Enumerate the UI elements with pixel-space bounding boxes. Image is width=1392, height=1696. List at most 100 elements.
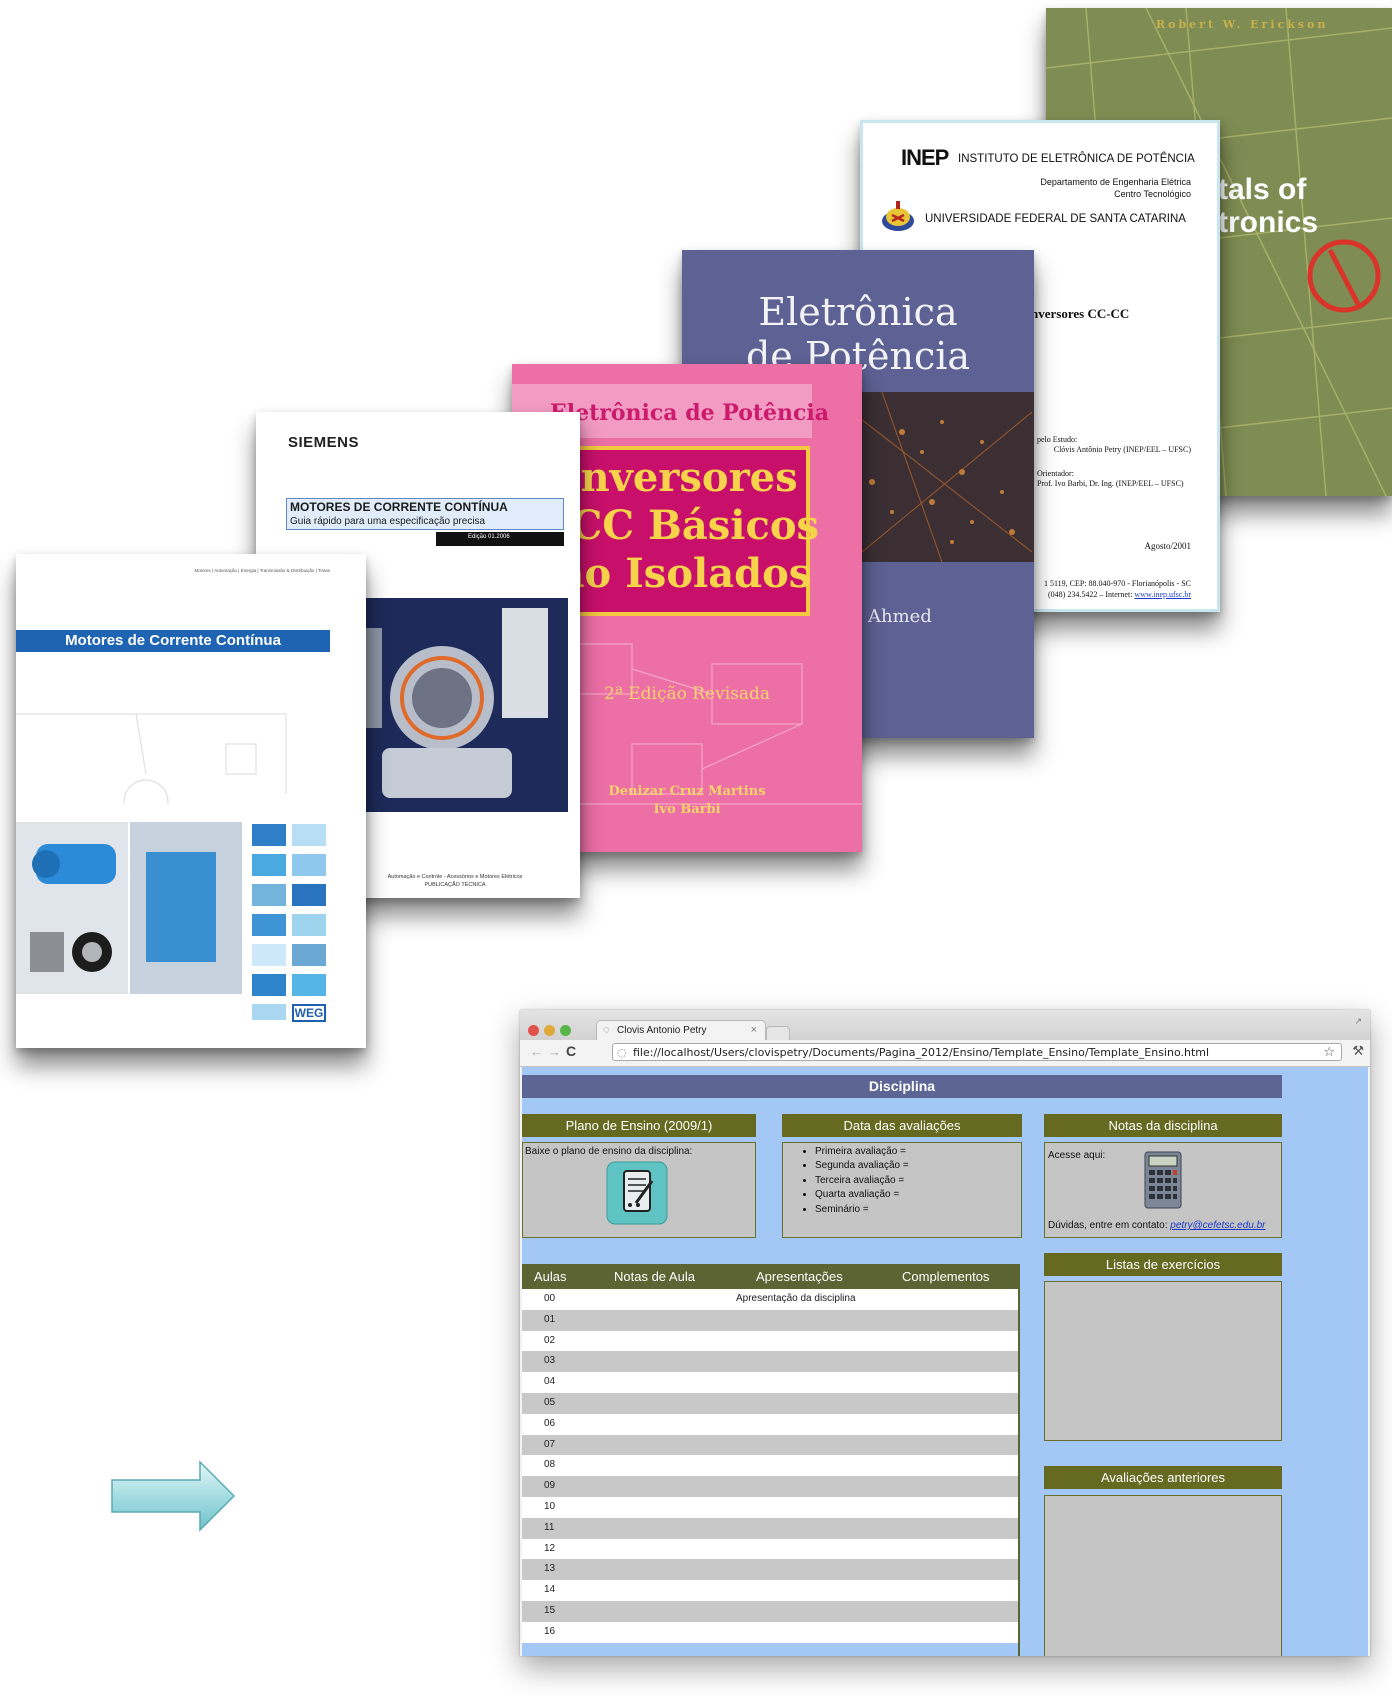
table-row: 02 — [522, 1330, 1018, 1352]
table-body: 00 Apresentação da disciplina 01 02 03 04 05 06… — [522, 1289, 1018, 1643]
aula-number: 08 — [544, 1459, 556, 1471]
avaliacoes-list: Primeira avaliação = Segunda avaliação =… — [783, 1143, 1021, 1217]
table-row: 07 — [522, 1434, 1018, 1456]
tab-title: Clovis Antonio Petry — [617, 1025, 707, 1036]
inep-contact: (048) 234.5422 – Internet: www.inep.ufsc… — [1048, 590, 1191, 599]
avaliacao-item: Quarta avaliação = — [815, 1188, 1021, 1202]
star-icon[interactable]: ☆ — [1323, 1044, 1335, 1062]
avaliacao-item: Seminário = — [815, 1203, 1021, 1217]
inep-phone: (048) 234.5422 – Internet: — [1047, 590, 1133, 599]
email-link[interactable]: petry@cefetsc.edu.br — [1170, 1220, 1265, 1231]
notas-contact-text: Dúvidas, entre em contato: — [1048, 1220, 1168, 1231]
inep-title: nversores CC-CC — [1031, 306, 1130, 321]
browser-tab-bar: ◌ Clovis Antonio Petry × ↗ — [520, 1010, 1370, 1041]
aula-number: 02 — [544, 1334, 556, 1346]
table-row: 11 — [522, 1517, 1018, 1539]
listas-header: Listas de exercícios — [1044, 1253, 1282, 1276]
inep-university: UNIVERSIDADE FEDERAL DE SANTA CATARINA — [925, 213, 1186, 225]
calculator-icon[interactable] — [1144, 1151, 1182, 1209]
table-row: 12 — [522, 1538, 1018, 1560]
close-window-button[interactable] — [528, 1025, 539, 1036]
address-bar-url: file://localhost/Users/clovispetry/Docum… — [633, 1046, 1210, 1059]
table-row: 00 Apresentação da disciplina — [522, 1289, 1018, 1310]
aula-number: 11 — [544, 1521, 555, 1533]
table-row: 14 — [522, 1580, 1018, 1601]
siemens-title: MOTORES DE CORRENTE CONTÍNUA — [290, 500, 508, 514]
cover-title-fragment-2: tronics — [1218, 206, 1319, 239]
table-row: 08 — [522, 1455, 1018, 1477]
plano-header: Plano de Ensino (2009/1) — [522, 1114, 756, 1137]
column-header: Apresentações — [756, 1269, 843, 1284]
browser-window: ◌ Clovis Antonio Petry × ↗ ← → C ◌ file:… — [520, 1010, 1370, 1656]
aula-description[interactable]: Apresentação da disciplina — [736, 1293, 856, 1304]
cover-title-line1: Eletrônica — [758, 290, 958, 334]
aula-number: 07 — [544, 1438, 556, 1450]
new-tab-button[interactable] — [766, 1026, 790, 1041]
inep-study-name: Clóvis Antônio Petry (INEP/EEL – UFSC) — [1053, 445, 1191, 454]
minimize-window-button[interactable] — [544, 1025, 555, 1036]
maximize-window-button[interactable] — [560, 1025, 571, 1036]
back-icon[interactable]: ← — [530, 1044, 543, 1059]
cover-top-title: Eletrônica de Potência — [550, 400, 830, 426]
aula-number: 13 — [544, 1563, 556, 1575]
avaliacoes-box: Primeira avaliação = Segunda avaliação =… — [782, 1142, 1022, 1238]
motor-photo-graphic — [342, 598, 568, 812]
weg-color-tiles — [252, 824, 328, 1025]
page-content: Disciplina Plano de Ensino (2009/1) Baix… — [522, 1067, 1368, 1656]
table-row: 06 — [522, 1413, 1018, 1435]
table-row: 04 — [522, 1372, 1018, 1393]
table-row: 01 — [522, 1309, 1018, 1331]
plano-box: Baixe o plano de ensino da disciplina: — [522, 1142, 756, 1238]
cover-author-fragment: Ahmed — [868, 606, 932, 627]
notas-header: Notas da disciplina — [1044, 1114, 1282, 1137]
inep-logo: INEP — [901, 145, 949, 170]
inep-center: Centro Tecnológico — [1114, 189, 1191, 199]
avaliacao-item: Segunda avaliação = — [815, 1159, 1021, 1173]
cover-weg: Motores | Automação | Energia | Transmis… — [16, 554, 366, 1048]
notas-box: Acesse aqui: Dúvidas, entre em contato: … — [1044, 1142, 1282, 1238]
aula-number: 15 — [544, 1604, 556, 1616]
close-tab-icon[interactable]: × — [751, 1024, 757, 1036]
siemens-footer1: Automação e Controle - Acessórios e Moto… — [387, 874, 523, 880]
cover-author: Robert W. Erickson — [1156, 18, 1329, 31]
siemens-subtitle: Guia rápido para uma especificação preci… — [290, 516, 486, 527]
table-row: 15 — [522, 1600, 1018, 1622]
aula-number: 00 — [544, 1293, 556, 1304]
column-header: Notas de Aula — [614, 1269, 695, 1284]
aula-number: 04 — [544, 1376, 556, 1388]
notas-access-text: Acesse aqui: — [1048, 1150, 1106, 1161]
wrench-icon[interactable]: ⚒ — [1352, 1043, 1364, 1059]
browser-toolbar: ← → C ◌ file://localhost/Users/clovispet… — [520, 1040, 1370, 1067]
table-divider — [1018, 1264, 1020, 1656]
weg-title: Motores de Corrente Contínua — [65, 632, 281, 649]
plano-text: Baixe o plano de ensino da disciplina: — [525, 1146, 693, 1157]
download-document-icon[interactable] — [606, 1161, 668, 1225]
table-row: 05 — [522, 1392, 1018, 1414]
fullscreen-icon[interactable]: ↗ — [1354, 1016, 1362, 1027]
inep-department: Departamento de Engenharia Elétrica — [1040, 177, 1191, 187]
address-bar[interactable]: ◌ file://localhost/Users/clovispetry/Doc… — [612, 1043, 1342, 1061]
column-header: Aulas — [534, 1269, 567, 1284]
inep-institute: INSTITUTO DE ELETRÔNICA DE POTÊNCIA — [958, 153, 1195, 165]
weg-top-text: Motores | Automação | Energia | Transmis… — [194, 568, 330, 573]
table-header: Aulas Notas de Aula Apresentações Comple… — [522, 1264, 1018, 1289]
browser-tab[interactable]: ◌ Clovis Antonio Petry × — [596, 1020, 766, 1041]
weg-logo: WEG — [292, 1004, 326, 1022]
avaliacoes-header: Data das avaliações — [782, 1114, 1022, 1137]
listas-box — [1044, 1281, 1282, 1441]
university-seal-icon — [882, 201, 914, 231]
siemens-footer2: PUBLICAÇÃO TÉCNICA — [424, 882, 486, 888]
globe-icon: ◌ — [603, 1024, 610, 1036]
aula-number: 05 — [544, 1396, 556, 1408]
reload-icon[interactable]: C — [566, 1043, 576, 1059]
table-row: 03 — [522, 1351, 1018, 1373]
notas-contact: Dúvidas, entre em contato: petry@cefetsc… — [1048, 1220, 1266, 1231]
forward-icon[interactable]: → — [548, 1044, 561, 1059]
cover-title-fragment: tals of — [1218, 173, 1307, 206]
aula-number: 03 — [544, 1355, 556, 1367]
inep-date: Agosto/2001 — [1144, 541, 1191, 551]
right-arrow-icon — [111, 1460, 236, 1532]
table-row: 13 — [522, 1559, 1018, 1581]
siemens-edition: Edição 01.2006 — [468, 534, 510, 540]
inep-address: 1 5119, CEP: 88.040-970 - Florianópolis … — [1043, 579, 1191, 588]
